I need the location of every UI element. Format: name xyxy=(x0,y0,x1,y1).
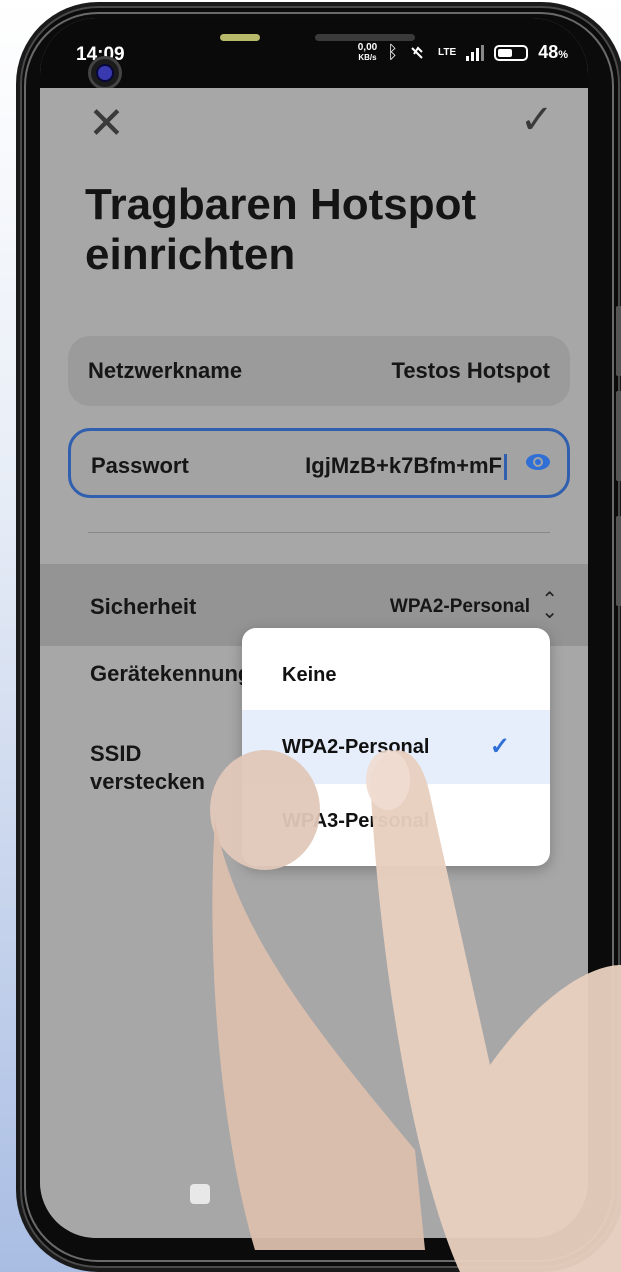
bluetooth-icon: ᛒ xyxy=(387,42,399,62)
option-label: Keine xyxy=(282,664,337,686)
password-value: IgjMzB+k7Bfm+mF xyxy=(305,453,502,478)
close-icon[interactable]: ✕ xyxy=(88,102,125,146)
status-bar: 14:09 0,00 KB/s ᛒ LTE 48% xyxy=(40,18,588,90)
net-speed: 0,00 KB/s xyxy=(357,41,378,63)
security-value: WPA2-Personal xyxy=(389,596,530,617)
hand-pointer-overlay xyxy=(366,750,621,1272)
device-id-label[interactable]: Gerätekennung xyxy=(90,660,251,688)
earpiece-speaker xyxy=(315,34,415,41)
network-name-label: Netzwerkname xyxy=(88,358,243,383)
phone-side-button xyxy=(616,306,621,376)
sensor xyxy=(220,34,260,41)
dropdown-option-keine[interactable]: Keine xyxy=(242,638,550,712)
security-label: Sicherheit xyxy=(90,594,197,619)
confirm-check-icon[interactable]: ✓ xyxy=(520,100,554,140)
status-icons: 0,00 KB/s ᛒ LTE 48% xyxy=(358,42,568,63)
phone-side-button xyxy=(616,391,621,481)
eye-icon[interactable] xyxy=(525,453,551,471)
net-speed-unit: KB/s xyxy=(358,52,377,62)
net-speed-value: 0,00 xyxy=(357,41,378,53)
page-title: Tragbaren Hotspot einrichten xyxy=(85,180,477,279)
network-type: LTE xyxy=(438,47,457,58)
muted-vibrate-icon xyxy=(411,45,423,59)
signal-icon xyxy=(466,44,485,61)
password-input[interactable]: IgjMzB+k7Bfm+mF xyxy=(305,453,507,481)
text-cursor xyxy=(504,454,507,481)
network-name-value: Testos Hotspot xyxy=(391,358,550,383)
battery-icon xyxy=(494,44,529,61)
network-name-field[interactable]: Netzwerkname Testos Hotspot xyxy=(68,336,570,406)
divider xyxy=(88,532,550,533)
phone-side-button xyxy=(616,516,621,606)
password-field[interactable]: Passwort IgjMzB+k7Bfm+mF xyxy=(68,428,570,498)
up-down-chevron-icon: ⌃ ⌄ xyxy=(541,589,558,623)
front-camera-icon xyxy=(88,56,122,90)
password-label: Passwort xyxy=(91,453,189,478)
battery-percent: 48% xyxy=(538,42,568,62)
